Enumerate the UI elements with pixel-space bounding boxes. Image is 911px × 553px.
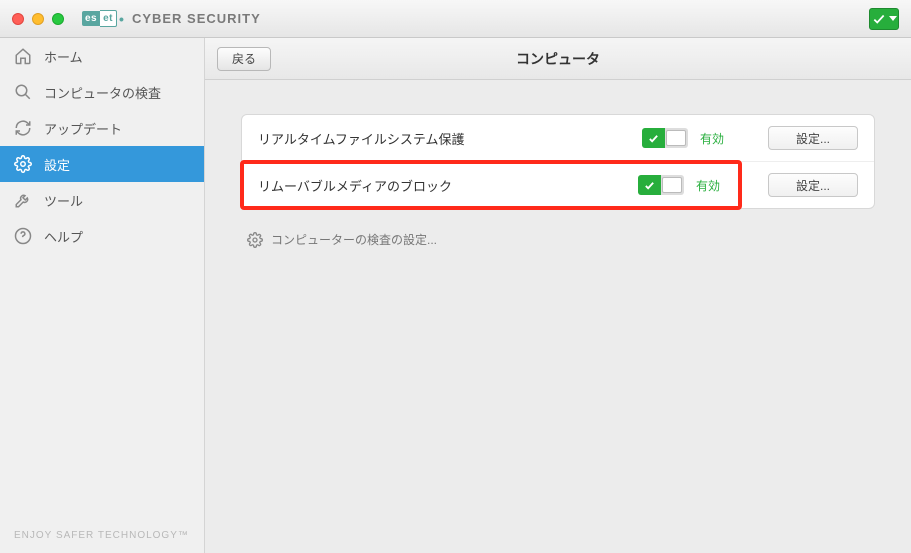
close-window-button[interactable] xyxy=(12,13,24,25)
settings-button-label: 設定... xyxy=(796,132,830,146)
sidebar-item-label: コンピュータの検査 xyxy=(44,83,161,102)
sidebar-item-label: ホーム xyxy=(44,47,83,66)
sidebar-item-label: アップデート xyxy=(44,119,122,138)
app-title: CYBER SECURITY xyxy=(132,11,261,26)
scan-settings-link[interactable]: コンピューターの検査の設定... xyxy=(241,231,875,248)
window-controls xyxy=(12,13,64,25)
tools-icon xyxy=(14,191,32,209)
back-button[interactable]: 戻る xyxy=(217,47,271,71)
sidebar-item-tools[interactable]: ツール xyxy=(0,182,204,218)
sidebar-item-scan[interactable]: コンピュータの検査 xyxy=(0,74,204,110)
eset-logo: eset• xyxy=(82,10,124,27)
highlighted-setting-row: リムーバブルメディアのブロック 有効 xyxy=(240,160,742,210)
sidebar-item-setup[interactable]: 設定 xyxy=(0,146,204,182)
main-header: 戻る コンピュータ xyxy=(205,38,911,80)
settings-button-realtime[interactable]: 設定... xyxy=(768,126,858,150)
settings-panel: リアルタイムファイルシステム保護 有効 設定... リムーバブルメディアのブロッ… xyxy=(241,114,875,209)
sidebar-footer: ENJOY SAFER TECHNOLOGY™ xyxy=(0,518,204,553)
help-icon xyxy=(14,227,32,245)
sidebar-item-label: ヘルプ xyxy=(44,227,83,246)
setting-label-removable-media: リムーバブルメディアのブロック xyxy=(258,176,452,195)
refresh-icon xyxy=(14,119,32,137)
titlebar: eset• CYBER SECURITY xyxy=(0,0,911,38)
main-pane: 戻る コンピュータ リアルタイムファイルシステム保護 有効 設定... xyxy=(205,38,911,553)
sidebar-item-label: 設定 xyxy=(44,155,70,174)
protection-status-dropdown[interactable] xyxy=(869,8,899,30)
search-icon xyxy=(14,83,32,101)
scan-settings-link-label: コンピューターの検査の設定... xyxy=(271,231,437,248)
settings-button-label: 設定... xyxy=(796,179,830,193)
setting-label-realtime: リアルタイムファイルシステム保護 xyxy=(258,129,464,148)
status-label: 有効 xyxy=(696,177,736,194)
toggle-realtime-protection[interactable] xyxy=(642,128,688,148)
sidebar-item-home[interactable]: ホーム xyxy=(0,38,204,74)
back-button-label: 戻る xyxy=(232,50,256,67)
sidebar-item-label: ツール xyxy=(44,191,83,210)
gear-icon xyxy=(14,155,32,173)
zoom-window-button[interactable] xyxy=(52,13,64,25)
toggle-removable-media-block[interactable] xyxy=(638,175,684,195)
sidebar: ホーム コンピュータの検査 アップデート 設定 ツール xyxy=(0,38,205,553)
sidebar-item-update[interactable]: アップデート xyxy=(0,110,204,146)
chevron-down-icon xyxy=(889,16,897,21)
status-label: 有効 xyxy=(700,130,740,147)
minimize-window-button[interactable] xyxy=(32,13,44,25)
sidebar-item-help[interactable]: ヘルプ xyxy=(0,218,204,254)
page-title: コンピュータ xyxy=(205,49,911,69)
settings-button-removable-media[interactable]: 設定... xyxy=(768,173,858,197)
home-icon xyxy=(14,47,32,65)
gear-icon xyxy=(247,232,263,248)
